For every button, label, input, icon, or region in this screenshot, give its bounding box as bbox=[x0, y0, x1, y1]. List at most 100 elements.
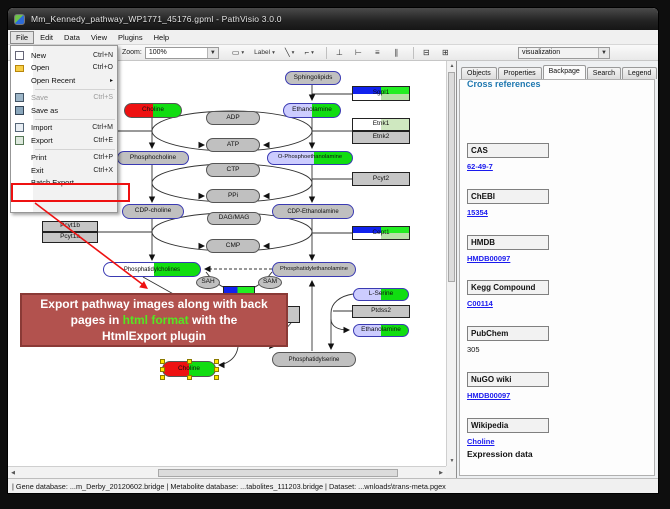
node-ppi[interactable]: PPi bbox=[206, 189, 260, 203]
horizontal-scroll-thumb[interactable] bbox=[158, 469, 398, 477]
tab-search[interactable]: Search bbox=[587, 67, 621, 79]
distribute-vertical-button[interactable]: ∥ bbox=[389, 46, 404, 59]
distribute-horizontal-button[interactable]: ≡ bbox=[370, 46, 385, 59]
node-choline-selected[interactable]: Choline bbox=[162, 361, 216, 377]
gene-cept1[interactable]: Cept1 bbox=[352, 226, 410, 240]
common-height-button[interactable]: ⊞ bbox=[438, 46, 453, 59]
canvas-vertical-scrollbar[interactable]: ▲ ▼ bbox=[446, 61, 456, 466]
node-o-phosphoethanolamine[interactable]: O-Phosphoethanolamine bbox=[267, 151, 353, 165]
no-icon bbox=[15, 166, 24, 175]
line-tool-icon: ╲ bbox=[285, 48, 290, 57]
align-middle-button[interactable]: ⊢ bbox=[351, 46, 366, 59]
gene-pcyt2[interactable]: Pcyt2 bbox=[352, 172, 410, 186]
scroll-right-icon[interactable]: ▶ bbox=[436, 468, 446, 478]
scroll-left-icon[interactable]: ◀ bbox=[8, 468, 18, 478]
selection-handle[interactable] bbox=[160, 367, 165, 372]
selection-handle[interactable] bbox=[160, 359, 165, 364]
crossref-link[interactable]: 15354 bbox=[467, 208, 549, 217]
chevron-down-icon[interactable]: ▾ bbox=[292, 50, 295, 56]
node-sah[interactable]: SAH bbox=[196, 276, 220, 289]
node-ethanolamine-2[interactable]: Ethanolamine bbox=[353, 324, 409, 337]
callout-line2-pre: pages in bbox=[71, 313, 123, 327]
label-tool-icon: Label bbox=[254, 49, 270, 56]
crossref-title: ChEBI bbox=[467, 189, 549, 204]
node-dag-mag[interactable]: DAG/MAG bbox=[207, 212, 261, 225]
selection-handle[interactable] bbox=[214, 367, 219, 372]
node-cmp[interactable]: CMP bbox=[206, 239, 260, 253]
chevron-down-icon[interactable]: ▼ bbox=[207, 48, 218, 58]
vertical-scroll-thumb[interactable] bbox=[448, 72, 455, 282]
menu-data[interactable]: Data bbox=[59, 32, 85, 43]
file-menu-item-open-recent[interactable]: Open Recent▸ bbox=[11, 74, 117, 87]
node-label: Sphingolipids bbox=[294, 75, 333, 82]
gene-etnk1[interactable]: Etnk1 bbox=[352, 118, 410, 131]
label-tool-button[interactable]: Label▾ bbox=[251, 46, 278, 59]
menu-help[interactable]: Help bbox=[149, 32, 174, 43]
chevron-down-icon[interactable]: ▾ bbox=[241, 50, 244, 56]
datanode-tool-button[interactable]: ▭▾ bbox=[229, 46, 247, 59]
crossref-link[interactable]: HMDB00097 bbox=[467, 391, 549, 400]
selection-handle[interactable] bbox=[214, 375, 219, 380]
node-ctp[interactable]: CTP bbox=[206, 163, 260, 177]
node-phosphatidylcholines[interactable]: Phosphatidylcholines bbox=[103, 262, 201, 277]
menu-view[interactable]: View bbox=[86, 32, 112, 43]
node-sphingolipids[interactable]: Sphingolipids bbox=[285, 71, 341, 85]
file-menu-item-new[interactable]: NewCtrl+N bbox=[11, 49, 117, 62]
menu-file[interactable]: File bbox=[10, 31, 34, 44]
callout-line3: HtmlExport plugin bbox=[102, 329, 206, 343]
selection-handle[interactable] bbox=[187, 375, 192, 380]
node-sam[interactable]: SAM bbox=[258, 276, 282, 289]
chevron-down-icon[interactable]: ▼ bbox=[598, 48, 609, 58]
node-phosphocholine[interactable]: Phosphocholine bbox=[117, 151, 189, 165]
gene-pcyt1a[interactable]: Pcyt1a bbox=[42, 232, 98, 243]
tab-objects[interactable]: Objects bbox=[461, 67, 497, 79]
gene-etnk2[interactable]: Etnk2 bbox=[352, 131, 410, 144]
node-phosphatidylethanolamine[interactable]: Phosphatidylethanolamine bbox=[272, 262, 356, 277]
crossref-link[interactable]: HMDB00097 bbox=[467, 254, 549, 263]
common-height-icon: ⊞ bbox=[442, 48, 449, 57]
connector-tool-button[interactable]: ⌐▾ bbox=[301, 46, 316, 59]
node-choline[interactable]: Choline bbox=[124, 103, 182, 118]
canvas-horizontal-scrollbar[interactable]: ◀ ▶ bbox=[8, 466, 446, 478]
selection-handle[interactable] bbox=[187, 359, 192, 364]
tab-backpage[interactable]: Backpage bbox=[543, 65, 586, 79]
chevron-down-icon[interactable]: ▾ bbox=[272, 50, 275, 56]
file-menu-item-import[interactable]: ImportCtrl+M bbox=[11, 122, 117, 135]
menu-plugins[interactable]: Plugins bbox=[113, 32, 148, 43]
save-as-icon bbox=[15, 106, 24, 115]
crossref-link[interactable]: Choline bbox=[467, 437, 549, 446]
file-menu-item-save-as[interactable]: Save as bbox=[11, 104, 117, 117]
selection-handle[interactable] bbox=[160, 375, 165, 380]
crossref-link[interactable]: 62-49-7 bbox=[467, 162, 549, 171]
zoom-combobox[interactable]: 100% ▼ bbox=[145, 47, 219, 59]
line-tool-button[interactable]: ╲▾ bbox=[282, 46, 298, 59]
tab-legend[interactable]: Legend bbox=[622, 67, 657, 79]
node-adp[interactable]: ADP bbox=[206, 111, 260, 125]
node-label: Ptdss2 bbox=[371, 308, 391, 315]
chevron-down-icon[interactable]: ▾ bbox=[311, 50, 314, 56]
menu-edit[interactable]: Edit bbox=[35, 32, 58, 43]
file-menu-item-open[interactable]: OpenCtrl+O bbox=[11, 62, 117, 75]
node-ethanolamine[interactable]: Ethanolamine bbox=[283, 103, 341, 118]
gene-sgpl1[interactable]: Sgpl1 bbox=[352, 86, 410, 101]
crossref-link[interactable]: C00114 bbox=[467, 299, 549, 308]
gene-pcyt1b[interactable]: Pcyt1b bbox=[42, 221, 98, 232]
align-center-button[interactable]: ⊥ bbox=[332, 46, 347, 59]
node-atp[interactable]: ATP bbox=[206, 138, 260, 152]
file-menu-item-save[interactable]: SaveCtrl+S bbox=[11, 92, 117, 105]
file-menu-item-exit[interactable]: ExitCtrl+X bbox=[11, 164, 117, 177]
node-cdp-ethanolamine[interactable]: CDP-Ethanolamine bbox=[272, 204, 354, 219]
node-l-serine[interactable]: L-Serine bbox=[353, 288, 409, 301]
tab-properties[interactable]: Properties bbox=[498, 67, 542, 79]
file-menu-item-export[interactable]: ExportCtrl+E bbox=[11, 134, 117, 147]
menu-item-shortcut: Ctrl+S bbox=[93, 94, 113, 101]
node-cdp-choline[interactable]: CDP-choline bbox=[122, 204, 184, 219]
selection-handle[interactable] bbox=[214, 359, 219, 364]
visualization-combobox[interactable]: visualization ▼ bbox=[518, 47, 610, 59]
gene-ptdss2[interactable]: Ptdss2 bbox=[352, 305, 410, 318]
file-menu-item-print[interactable]: PrintCtrl+P bbox=[11, 152, 117, 165]
common-width-button[interactable]: ⊟ bbox=[419, 46, 434, 59]
node-label: Pcyt2 bbox=[373, 176, 389, 183]
node-phosphatidylserine[interactable]: Phosphatidylserine bbox=[272, 352, 356, 367]
node-label: Ethanolamine bbox=[361, 327, 401, 334]
